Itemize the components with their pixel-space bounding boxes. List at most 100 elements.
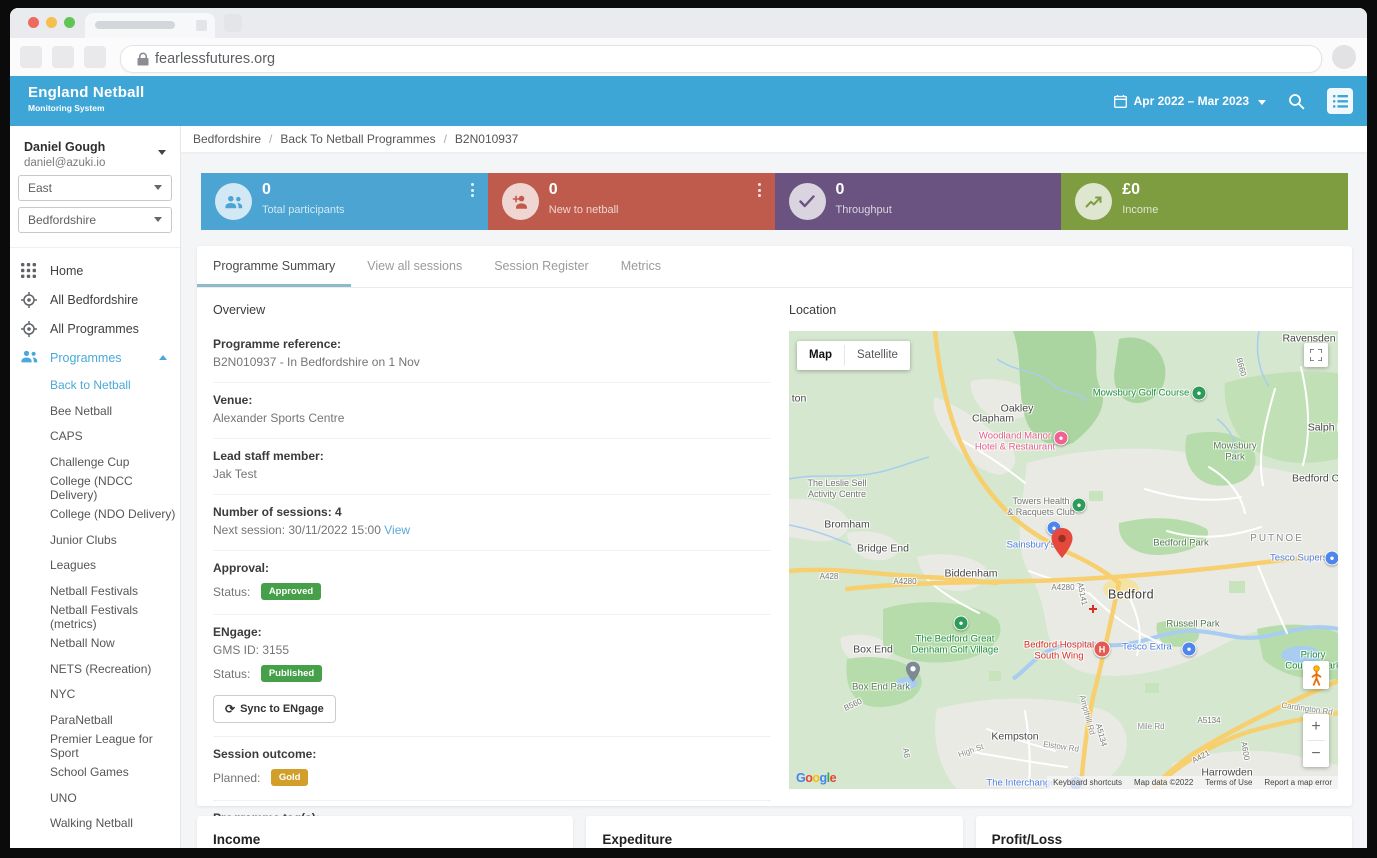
address-bar[interactable]: fearlessfutures.org [120,45,1322,73]
sidebar-item-programme[interactable]: School Games [10,759,180,785]
sidebar-item-programme[interactable]: ParaNetball [10,707,180,733]
sidebar-item-programme[interactable]: Challenge Cup [10,449,180,475]
county-select[interactable]: Bedfordshire [18,207,172,233]
map-marker-poi-blue[interactable]: ● [1182,642,1197,657]
grid-icon [21,263,37,279]
breadcrumb-county[interactable]: Bedfordshire [193,132,261,146]
panel-tab[interactable]: Metrics [605,246,677,287]
sidebar-nav-item[interactable]: All Programmes [10,314,180,343]
user-menu-caret-icon[interactable] [158,150,166,155]
date-range-picker[interactable]: Apr 2022 – Mar 2023 [1114,94,1266,108]
panel-tab[interactable]: Programme Summary [197,246,351,287]
zoom-in-button[interactable]: + [1303,714,1329,740]
forward-button[interactable] [52,46,74,68]
close-window-button[interactable] [28,17,39,28]
breadcrumb: Bedfordshire / Back To Netball Programme… [181,126,1367,152]
search-icon[interactable] [1288,93,1305,110]
kebab-menu-icon[interactable] [758,183,761,197]
card-title: Income [213,832,573,847]
kebab-menu-icon[interactable] [471,183,474,197]
map-footer-item[interactable]: Terms of Use [1199,778,1258,787]
status-label: Status: [213,585,250,599]
browser-profile-avatar[interactable] [1332,45,1356,69]
breadcrumb-programmes[interactable]: Back To Netball Programmes [280,132,435,146]
zoom-control: + − [1303,714,1329,767]
map-marker-hosp[interactable]: H [1094,641,1111,658]
sidebar-nav-item[interactable]: Home [10,256,180,285]
map-footer-item[interactable]: Report a map error [1258,778,1338,787]
sidebar-nav-item[interactable]: All Bedfordshire [10,285,180,314]
sidebar-item-programme[interactable]: Netball Festivals (metrics) [10,604,180,630]
user-block[interactable]: Daniel Gough daniel@azuki.io [10,126,180,169]
map-marker-poi-green[interactable]: ● [954,616,969,631]
back-button[interactable] [20,46,42,68]
map-footer-item[interactable]: Keyboard shortcuts [1047,778,1128,787]
google-logo[interactable]: Google [796,771,836,785]
browser-tab[interactable] [85,13,215,38]
new-tab-button[interactable] [224,14,242,32]
field-label: Venue: [213,393,771,407]
pegman-icon[interactable] [1303,661,1329,689]
sidebar-item-programme[interactable]: Bee Netball [10,398,180,424]
satellite-view-button[interactable]: Satellite [845,341,910,370]
outcome-badge: Gold [271,769,309,786]
field-session-outcome: Session outcome: Planned: Gold [213,737,771,801]
map-marker-poi-pink[interactable]: ● [1054,431,1069,446]
programme-label: School Games [50,765,129,779]
sidebar-nav-item[interactable]: Programmes [10,343,180,372]
field-lead-staff: Lead staff member: Jak Test [213,439,771,495]
panel-tab[interactable]: Session Register [478,246,605,287]
chevron-down-icon [1256,94,1266,108]
sidebar-item-programme[interactable]: Leagues [10,553,180,579]
field-programme-reference: Programme reference: B2N010937 - In Bedf… [213,327,771,383]
sidebar-item-programme[interactable]: Premier League for Sport [10,733,180,759]
region-select[interactable]: East [18,175,172,201]
breadcrumb-reference[interactable]: B2N010937 [455,132,518,146]
tab-title-placeholder [95,21,175,29]
overview-column: Overview Programme reference: B2N010937 … [213,303,771,848]
status-label: Status: [213,667,250,681]
stat-icon-circle [1075,183,1112,220]
field-value: Alexander Sports Centre [213,411,771,425]
map-marker-poi-green[interactable]: ● [1192,386,1207,401]
sidebar-item-programme[interactable]: Netball Now [10,630,180,656]
stat-card: £0 Income [1061,173,1348,230]
minimize-window-button[interactable] [46,17,57,28]
sidebar-item-programme[interactable]: Walking Netball [10,811,180,837]
zoom-out-button[interactable]: − [1303,741,1329,767]
map-marker-graypin[interactable] [906,662,921,683]
field-sessions: Number of sessions: 4 Next session: 30/1… [213,495,771,551]
programme-label: Leagues [50,558,96,572]
reload-button[interactable] [84,46,106,68]
sidebar-item-programme[interactable]: Netball Festivals [10,578,180,604]
tab-close-button[interactable] [196,20,207,31]
list-menu-icon[interactable] [1327,88,1353,114]
sidebar-item-programme[interactable]: NETS (Recreation) [10,656,180,682]
sidebar-item-programme[interactable]: NYC [10,682,180,708]
sidebar-item-programme[interactable]: College (NDO Delivery) [10,501,180,527]
approval-status-badge: Approved [261,583,321,600]
sidebar-item-programme[interactable]: Back to Netball [10,372,180,398]
fullscreen-icon[interactable] [1304,343,1328,367]
sidebar-item-programme[interactable]: College (NDCC Delivery) [10,475,180,501]
sync-icon [225,702,235,716]
field-value: Jak Test [213,467,771,481]
map-view-button[interactable]: Map [797,341,844,370]
sync-to-engage-button[interactable]: Sync to ENgage [213,695,336,723]
map-footer: Keyboard shortcutsMap data ©2022Terms of… [1047,776,1338,789]
maximize-window-button[interactable] [64,17,75,28]
sidebar-item-programme[interactable]: UNO [10,785,180,811]
next-session-text: Next session: 30/11/2022 15:00 [213,523,381,537]
field-label: Number of sessions: 4 [213,505,771,519]
map-marker-pin[interactable] [1051,528,1073,558]
google-map[interactable]: RavensdenB660Mowsbury Golf CourseOakleyt… [789,331,1338,789]
map-marker-poi-green[interactable]: ● [1072,498,1087,513]
sidebar-item-programme[interactable]: Junior Clubs [10,527,180,553]
sidebar-item-programme[interactable]: CAPS [10,424,180,450]
view-session-link[interactable]: View [384,523,410,537]
map-marker-poi-blue[interactable]: ● [1325,551,1339,566]
app-window: fearlessfutures.org England Netball Moni… [0,0,1377,858]
panel-tab[interactable]: View all sessions [351,246,478,287]
sync-button-label: Sync to ENgage [240,703,324,715]
map-marker-cross[interactable] [1089,605,1097,613]
